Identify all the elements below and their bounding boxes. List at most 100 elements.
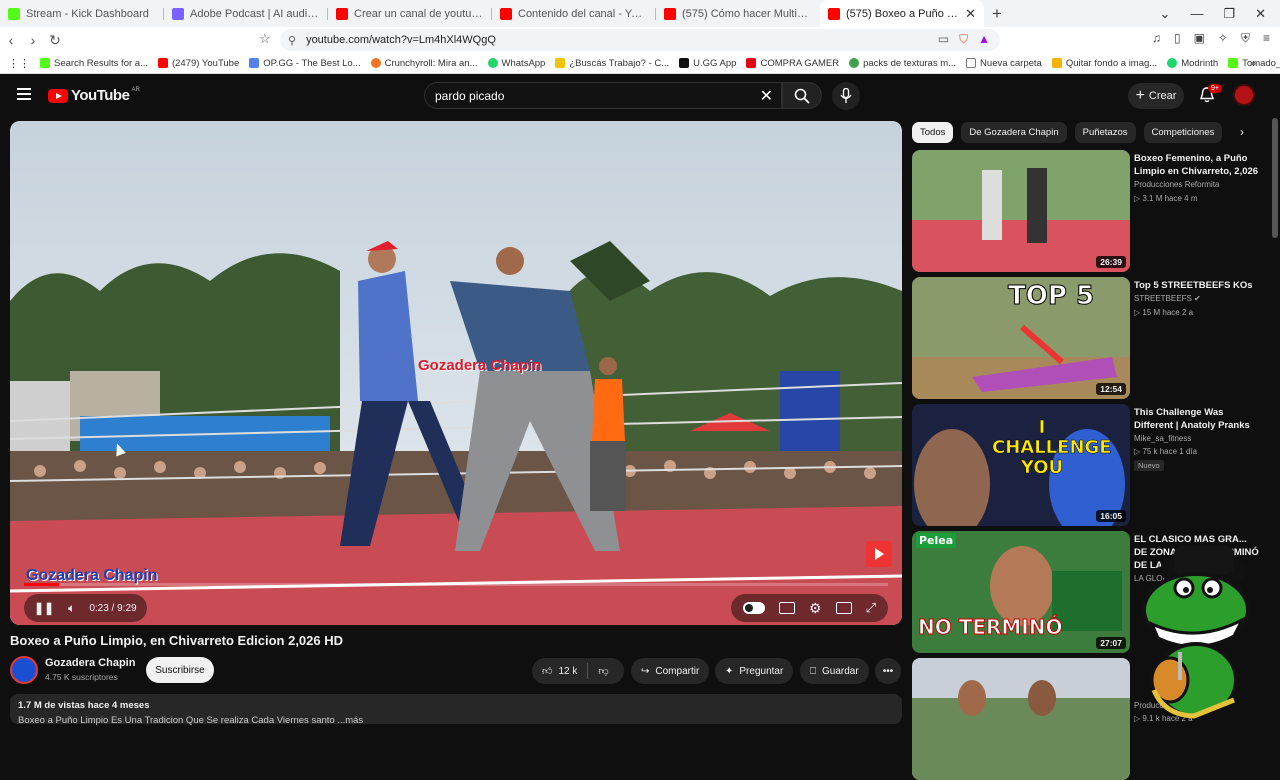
browser-tab[interactable]: Adobe Podcast | AI audio recording a	[164, 0, 328, 27]
browser-tab[interactable]: Stream - Kick Dashboard	[0, 0, 164, 27]
bookmark-item[interactable]: Crunchyroll: Mira an...	[370, 58, 478, 69]
menu-icon[interactable]	[17, 88, 31, 100]
video-player[interactable]: Gozadera Chapin Gozadera Chapin ❚❚ 🔈︎ 0:…	[10, 121, 902, 625]
related-filter-chips: Todos De Gozadera Chapin Puñetazos Compe…	[912, 122, 1223, 143]
channel-name: Producciones Reformita	[1134, 180, 1220, 189]
account-avatar[interactable]	[1233, 84, 1255, 106]
restore-icon[interactable]: ❐	[1223, 6, 1235, 22]
chip-todos[interactable]: Todos	[912, 122, 954, 143]
progress-bar[interactable]	[24, 583, 888, 586]
video-duration: 16:05	[1096, 510, 1126, 522]
channel-avatar[interactable]	[10, 656, 38, 684]
search-icon	[794, 88, 810, 104]
bookmark-item[interactable]: Search Results for a...	[40, 58, 148, 69]
bookmark-item[interactable]: packs de texturas m...	[849, 58, 956, 69]
like-count[interactable]: 12 k	[558, 666, 577, 677]
scrollbar-thumb[interactable]	[1272, 118, 1278, 238]
notifications-button[interactable]: 9+	[1198, 84, 1222, 106]
extensions-bar: ♫ ▯ ▣ ✧ ⛨ ≡	[1152, 31, 1270, 46]
browser-tab[interactable]: (575) Cómo hacer Multistream gratis	[656, 0, 820, 27]
suggested-video[interactable]: TOP 5 12:54 Top 5 STREETBEEFS KOs STREET…	[912, 277, 1267, 399]
url-bar[interactable]: ⚲ youtube.com/watch?v=Lm4hXl4WQgQ ▭ ⛉ ▲	[280, 29, 1000, 51]
volume-icon[interactable]: 🔈︎	[68, 601, 75, 616]
leo-ai-icon[interactable]: ✧	[1218, 31, 1228, 46]
brave-shield-icon[interactable]: ⛉	[959, 32, 968, 47]
video-meta: ▷ 15 M hace 2 a	[1134, 308, 1194, 317]
pause-icon[interactable]: ❚❚	[34, 601, 54, 615]
job-search-icon	[555, 58, 566, 68]
sparkle-icon: ✦	[725, 665, 734, 677]
fullscreen-icon[interactable]: ⤢	[866, 600, 876, 616]
bookmark-item[interactable]: WhatsApp	[487, 58, 545, 69]
bookmark-item[interactable]: (2479) YouTube	[157, 58, 239, 69]
bookmark-item[interactable]: Modrinth	[1167, 58, 1218, 69]
youtube-studio-icon	[500, 7, 512, 20]
search-input[interactable]: pardo picado ✕	[424, 82, 782, 109]
share-button[interactable]: ↪ Compartir	[631, 658, 710, 684]
autoplay-toggle[interactable]	[743, 602, 766, 614]
minimize-icon[interactable]: —	[1190, 6, 1203, 21]
wallet-icon[interactable]: ▣	[1194, 31, 1205, 46]
subscribe-watermark-icon[interactable]	[866, 541, 892, 567]
settings-gear-icon[interactable]: ⚙	[809, 600, 822, 617]
browser-tab-active[interactable]: (575) Boxeo a Puño Limpio, e✕	[820, 0, 984, 27]
bookmark-item[interactable]: Quitar fondo a imag...	[1051, 58, 1157, 69]
subscribe-button[interactable]: Suscribirse	[146, 657, 214, 683]
kick-icon	[8, 7, 20, 20]
back-icon[interactable]: ‹	[0, 32, 22, 48]
suggested-video[interactable]: 26:39 Boxeo Femenino, a Puño Limpio en C…	[912, 150, 1267, 272]
browser-tab[interactable]: Crear un canal de youtube va a camb	[328, 0, 492, 27]
adobe-podcast-icon	[172, 7, 184, 20]
new-tab-button[interactable]: +	[984, 0, 1010, 27]
cast-icon[interactable]: ▭	[938, 32, 949, 47]
search-button[interactable]	[782, 82, 822, 109]
address-toolbar: ‹ › ↻ ⚲ youtube.com/watch?v=Lm4hXl4WQgQ …	[0, 27, 1280, 53]
chip-punetazos[interactable]: Puñetazos	[1074, 122, 1136, 143]
voice-search-button[interactable]	[832, 82, 860, 110]
more-actions-button[interactable]: •••	[875, 658, 901, 684]
like-icon[interactable]: 👍︎	[542, 665, 552, 677]
create-button[interactable]: + Crear	[1128, 83, 1184, 109]
site-info-icon[interactable]: ⚲	[288, 34, 296, 47]
forward-icon[interactable]: ›	[22, 32, 44, 48]
microphone-icon	[840, 88, 852, 103]
channel-name: Mike_sa_fitness	[1134, 434, 1192, 443]
reload-icon[interactable]: ↻	[44, 32, 66, 49]
bookmark-item[interactable]: ¿Buscás Trabajo? - C...	[555, 58, 669, 69]
youtube-header: YouTube AR pardo picado ✕ + Crear 9+	[0, 74, 1280, 118]
chip-channel[interactable]: De Gozadera Chapin	[961, 122, 1067, 143]
chevron-right-icon[interactable]: ›	[1232, 122, 1252, 143]
kick-icon	[1228, 58, 1239, 68]
bookmark-item[interactable]: COMPRA GAMER	[746, 58, 839, 69]
media-icon[interactable]: ♫	[1152, 31, 1161, 46]
clear-search-icon[interactable]: ✕	[760, 86, 773, 106]
bookmark-item[interactable]: OP.GG - The Best Lo...	[249, 58, 361, 69]
video-thumbnail	[912, 658, 1130, 780]
miniplayer-icon[interactable]	[835, 602, 852, 614]
more-icon: •••	[882, 665, 894, 677]
thumbnail-text: I CHALLENGE YOU	[992, 417, 1112, 478]
close-window-icon[interactable]: ✕	[1255, 6, 1266, 22]
save-button[interactable]: ⎕ Guardar	[800, 658, 869, 684]
bookmark-item[interactable]: U.GG App	[679, 58, 736, 69]
chip-competiciones[interactable]: Competiciones	[1143, 122, 1223, 143]
close-tab-icon[interactable]: ✕	[965, 6, 976, 22]
youtube-logo[interactable]: YouTube AR	[48, 87, 140, 104]
menu-icon[interactable]: ≡	[1263, 31, 1270, 46]
vpn-icon[interactable]: ⛨	[1241, 31, 1250, 46]
dislike-icon[interactable]: 👎︎	[598, 665, 608, 677]
browser-tab[interactable]: Contenido del canal - YouTube Studio	[492, 0, 656, 27]
suggested-video[interactable]: I CHALLENGE YOU 16:05 This Challenge Was…	[912, 404, 1267, 526]
bookmark-star-icon[interactable]: ☆	[259, 31, 271, 47]
subtitles-icon[interactable]	[779, 602, 796, 614]
brave-rewards-icon[interactable]: ▲	[978, 32, 990, 47]
sidebar-icon[interactable]: ▯	[1174, 31, 1181, 46]
channel-watermark: Gozadera Chapin	[418, 357, 542, 374]
bookmark-folder[interactable]: Nueva carpeta	[966, 58, 1042, 69]
channel-name[interactable]: Gozadera Chapin	[45, 657, 135, 669]
subscriber-count: 4.75 K suscriptores	[45, 672, 118, 682]
apps-icon[interactable]: ⋮⋮	[8, 57, 30, 70]
tab-list-icon[interactable]: ⌄	[1160, 6, 1171, 22]
ask-button[interactable]: ✦ Preguntar	[715, 658, 794, 684]
more-bookmarks-icon[interactable]: »	[1251, 58, 1256, 69]
